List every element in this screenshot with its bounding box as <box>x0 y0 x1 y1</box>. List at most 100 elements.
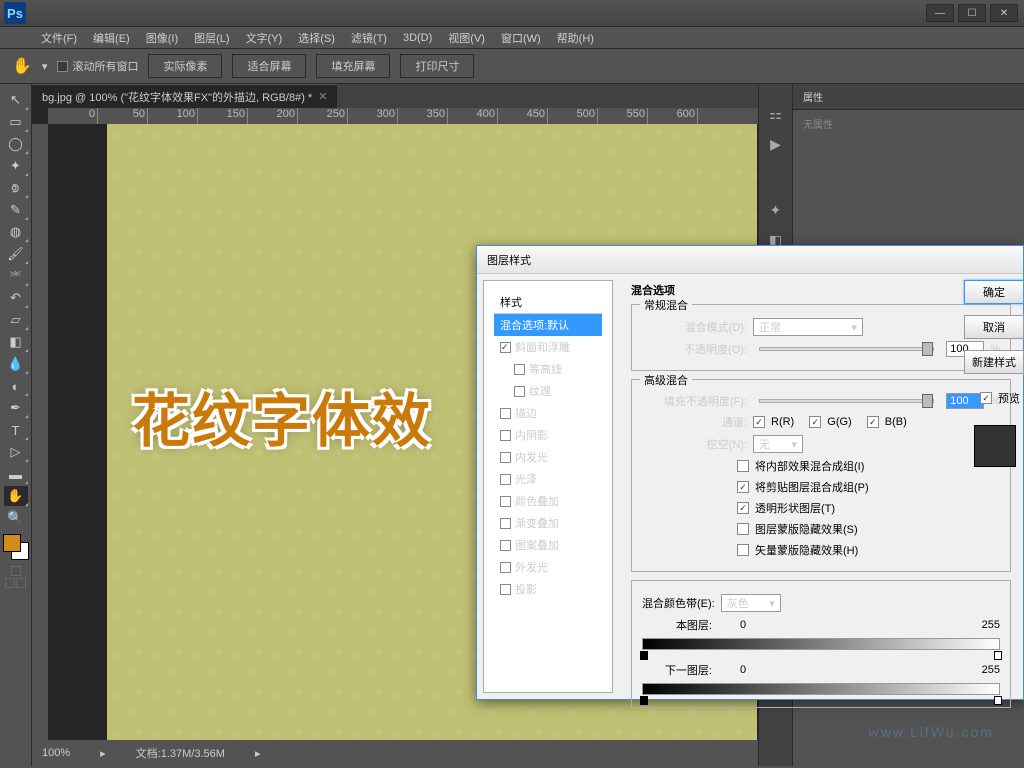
zoom-tool[interactable]: 🔍 <box>4 508 28 528</box>
cancel-button[interactable]: 取消 <box>964 315 1024 339</box>
gradient-tool[interactable]: ◧ <box>4 332 28 352</box>
menu-layer[interactable]: 图层(L) <box>186 27 237 49</box>
chevron-icon[interactable]: ▸ <box>100 747 106 760</box>
style-pattern-overlay[interactable]: 图案叠加 <box>494 534 602 556</box>
tab-label: bg.jpg @ 100% ("花纹字体效果FX"的外描边, RGB/8#) * <box>42 89 312 105</box>
fit-screen-button[interactable]: 适合屏幕 <box>232 54 306 78</box>
menu-edit[interactable]: 编辑(E) <box>85 27 138 49</box>
type-tool[interactable]: T <box>4 420 28 440</box>
maximize-button[interactable]: ☐ <box>958 4 986 22</box>
styles-list: 样式 混合选项:默认 斜面和浮雕 等高线 纹理 描边 内阴影 内发光 光泽 颜色… <box>483 280 613 693</box>
pen-tool[interactable]: ✒ <box>4 398 28 418</box>
crop-tool[interactable]: ⟄ <box>4 178 28 198</box>
chk-c4[interactable] <box>737 523 749 535</box>
opacity-slider[interactable] <box>759 347 934 351</box>
next-gradient[interactable] <box>642 683 1000 695</box>
menu-select[interactable]: 选择(S) <box>290 27 343 49</box>
menu-filter[interactable]: 滤镜(T) <box>343 27 395 49</box>
dodge-tool[interactable]: ◐ <box>4 376 28 396</box>
blendif-combo[interactable]: 灰色▾ <box>721 594 781 612</box>
eyedropper-tool[interactable]: ✎ <box>4 200 28 220</box>
ruler-horizontal: 050100150200250300350400450500550600 <box>48 108 758 124</box>
hand-tool[interactable]: ✋ <box>4 486 28 506</box>
dialog-title: 图层样式 <box>477 246 1023 274</box>
preview-checkbox[interactable] <box>980 392 992 404</box>
app-logo: Ps <box>4 2 26 24</box>
mode-combo[interactable]: 正常▾ <box>753 318 863 336</box>
shape-tool[interactable]: ▬ <box>4 464 28 484</box>
document-tab[interactable]: bg.jpg @ 100% ("花纹字体效果FX"的外描边, RGB/8#) *… <box>32 84 337 108</box>
zoom-level[interactable]: 100% <box>42 747 70 759</box>
style-drop-shadow[interactable]: 投影 <box>494 578 602 600</box>
chk-c3[interactable] <box>737 502 749 514</box>
channel-b[interactable] <box>867 416 879 428</box>
style-stroke[interactable]: 描边 <box>494 402 602 424</box>
opacity-label: 不透明度(O): <box>642 341 747 357</box>
preview-thumb <box>974 425 1016 467</box>
style-inner-glow[interactable]: 内发光 <box>494 446 602 468</box>
actual-pixels-button[interactable]: 实际像素 <box>148 54 222 78</box>
brush-tool[interactable]: 🖌 <box>4 244 28 264</box>
dropdown-icon[interactable]: ▾ <box>42 60 48 73</box>
minimize-button[interactable]: — <box>926 4 954 22</box>
general-blend-group: 常规混合 混合模式(D):正常▾ 不透明度(O):100% <box>631 304 1011 371</box>
heal-tool[interactable]: ◍ <box>4 222 28 242</box>
channel-r[interactable] <box>753 416 765 428</box>
style-inner-shadow[interactable]: 内阴影 <box>494 424 602 446</box>
knockout-combo[interactable]: 无▾ <box>753 435 803 453</box>
stamp-tool[interactable]: ⎃ <box>4 266 28 286</box>
screenmode-icon[interactable] <box>5 578 15 588</box>
options-bar: ✋ ▾ 滚动所有窗口 实际像素 适合屏幕 填充屏幕 打印尺寸 <box>0 49 1024 84</box>
menu-help[interactable]: 帮助(H) <box>549 27 602 49</box>
lasso-tool[interactable]: ◯ <box>4 134 28 154</box>
this-gradient[interactable] <box>642 638 1000 650</box>
history-tool[interactable]: ↶ <box>4 288 28 308</box>
menu-view[interactable]: 视图(V) <box>440 27 493 49</box>
style-satin[interactable]: 光泽 <box>494 468 602 490</box>
scroll-all-label: 滚动所有窗口 <box>72 58 138 74</box>
style-bevel[interactable]: 斜面和浮雕 <box>494 336 602 358</box>
chevron-icon[interactable]: ▸ <box>255 747 261 760</box>
print-size-button[interactable]: 打印尺寸 <box>400 54 474 78</box>
chk-c2[interactable] <box>737 481 749 493</box>
tools-panel: ↖ ▭ ◯ ✦ ⟄ ✎ ◍ 🖌 ⎃ ↶ ▱ ◧ 💧 ◐ ✒ T ▷ ▬ ✋ 🔍 <box>0 84 32 766</box>
panel-tab[interactable]: 属性 <box>793 84 1024 110</box>
menu-image[interactable]: 图像(I) <box>138 27 186 49</box>
mode-label: 混合模式(D): <box>642 319 747 335</box>
fill-screen-button[interactable]: 填充屏幕 <box>316 54 390 78</box>
menu-window[interactable]: 窗口(W) <box>493 27 549 49</box>
marquee-tool[interactable]: ▭ <box>4 112 28 132</box>
path-tool[interactable]: ▷ <box>4 442 28 462</box>
color-swatch[interactable] <box>3 534 29 560</box>
ok-button[interactable]: 确定 <box>964 280 1024 304</box>
blendif-label: 混合颜色带(E): <box>642 595 715 611</box>
fill-slider[interactable] <box>759 399 934 403</box>
status-bar: 100% ▸ 文档:1.37M/3.56M ▸ <box>32 740 758 766</box>
style-contour[interactable]: 等高线 <box>494 358 602 380</box>
new-style-button[interactable]: 新建样式 <box>964 350 1024 374</box>
style-outer-glow[interactable]: 外发光 <box>494 556 602 578</box>
preview-label: 预览 <box>998 390 1020 406</box>
move-tool[interactable]: ↖ <box>4 90 28 110</box>
tab-close-icon[interactable]: ✕ <box>318 90 327 103</box>
strip-icon-3[interactable]: ✦ <box>764 198 788 222</box>
menu-type[interactable]: 文字(Y) <box>238 27 291 49</box>
style-gradient-overlay[interactable]: 渐变叠加 <box>494 512 602 534</box>
quickmask-icon[interactable] <box>11 566 21 576</box>
style-blend-options[interactable]: 混合选项:默认 <box>494 314 602 336</box>
style-color-overlay[interactable]: 颜色叠加 <box>494 490 602 512</box>
menu-3d[interactable]: 3D(D) <box>395 29 440 47</box>
strip-icon-2[interactable]: ▶ <box>764 132 788 156</box>
eraser-tool[interactable]: ▱ <box>4 310 28 330</box>
blur-tool[interactable]: 💧 <box>4 354 28 374</box>
chk-c1[interactable] <box>737 460 749 472</box>
channel-g[interactable] <box>809 416 821 428</box>
scroll-all-checkbox[interactable]: 滚动所有窗口 <box>57 58 138 74</box>
style-texture[interactable]: 纹理 <box>494 380 602 402</box>
legend-general: 常规混合 <box>640 297 692 313</box>
close-button[interactable]: ✕ <box>990 4 1018 22</box>
wand-tool[interactable]: ✦ <box>4 156 28 176</box>
menu-file[interactable]: 文件(F) <box>33 27 85 49</box>
chk-c5[interactable] <box>737 544 749 556</box>
strip-icon-1[interactable]: ⚏ <box>764 102 788 126</box>
